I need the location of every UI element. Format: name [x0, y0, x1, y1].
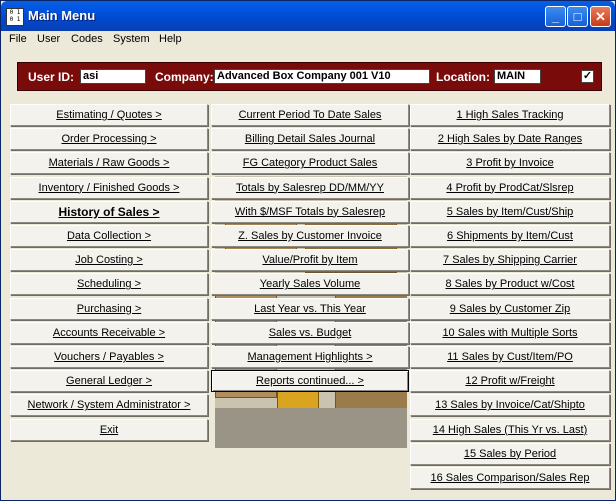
right-menu-button-16-sales-comparison-sales-rep[interactable]: 16 Sales Comparison/Sales Rep	[410, 467, 610, 489]
right-menu-button-14-high-sales-this-yr-vs-last[interactable]: 14 High Sales (This Yr vs. Last)	[410, 418, 610, 441]
mid-menu-button-fg-category-product-sales[interactable]: FG Category Product Sales	[211, 152, 409, 175]
mid-menu-button-reports-continued[interactable]: Reports continued... >	[211, 370, 409, 393]
right-menu-button-15-sales-by-period[interactable]: 15 Sales by Period	[410, 442, 610, 465]
user-id-label: User ID:	[28, 70, 75, 84]
session-info-bar: User ID: asi Company: Advanced Box Compa…	[17, 62, 602, 91]
user-id-field[interactable]: asi	[80, 69, 146, 84]
right-menu-button-6-shipments-by-item-cust[interactable]: 6 Shipments by Item/Cust	[410, 225, 610, 247]
right-menu-button-3-profit-by-invoice[interactable]: 3 Profit by Invoice	[410, 152, 610, 175]
left-menu-button-scheduling[interactable]: Scheduling >	[10, 273, 208, 296]
maximize-button[interactable]: □	[567, 6, 588, 27]
left-menu-button-materials-raw-goods[interactable]: Materials / Raw Goods >	[10, 152, 208, 175]
left-menu-button-exit[interactable]: Exit	[10, 418, 208, 441]
left-menu-button-general-ledger[interactable]: General Ledger >	[10, 370, 208, 393]
left-menu-button-data-collection[interactable]: Data Collection >	[10, 225, 208, 247]
left-menu-button-purchasing[interactable]: Purchasing >	[10, 297, 208, 320]
company-label: Company:	[155, 70, 214, 84]
left-menu-button-vouchers-payables[interactable]: Vouchers / Payables >	[10, 346, 208, 368]
menu-file[interactable]: File	[9, 33, 27, 45]
mid-menu-button-sales-vs-budget[interactable]: Sales vs. Budget	[211, 321, 409, 344]
mid-menu-button-yearly-sales-volume[interactable]: Yearly Sales Volume	[211, 273, 409, 296]
right-menu-button-8-sales-by-product-w-cost[interactable]: 8 Sales by Product w/Cost	[410, 273, 610, 296]
left-menu-button-job-costing[interactable]: Job Costing >	[10, 249, 208, 272]
left-menu-button-order-processing[interactable]: Order Processing >	[10, 128, 208, 151]
menu-system[interactable]: System	[113, 33, 150, 45]
app-icon: 0 1 0 1	[6, 8, 24, 26]
location-label: Location:	[436, 70, 490, 84]
right-menu-button-4-profit-by-prodcat-slsrep[interactable]: 4 Profit by ProdCat/Slsrep	[410, 176, 610, 199]
mid-menu-button-z-sales-by-customer-invoice[interactable]: Z. Sales by Customer Invoice	[211, 225, 409, 247]
mid-menu-button-last-year-vs-this-year[interactable]: Last Year vs. This Year	[211, 297, 409, 320]
right-menu-button-1-high-sales-tracking[interactable]: 1 High Sales Tracking	[410, 104, 610, 126]
location-field[interactable]: MAIN	[494, 69, 541, 84]
menu-user[interactable]: User	[37, 33, 60, 45]
right-menu-button-13-sales-by-invoice-cat-shipto[interactable]: 13 Sales by Invoice/Cat/Shipto	[410, 394, 610, 417]
mid-menu-button-current-period-to-date-sales[interactable]: Current Period To Date Sales	[211, 104, 409, 126]
mid-menu-button-value-profit-by-item[interactable]: Value/Profit by Item	[211, 249, 409, 272]
title-bar[interactable]: 0 1 0 1 Main Menu _ □ ✕	[1, 1, 615, 31]
right-menu-button-5-sales-by-item-cust-ship[interactable]: 5 Sales by Item/Cust/Ship	[410, 200, 610, 223]
left-menu-button-network-system-administrator[interactable]: Network / System Administrator >	[10, 394, 208, 417]
right-menu-button-10-sales-with-multiple-sorts[interactable]: 10 Sales with Multiple Sorts	[410, 321, 610, 344]
menu-codes[interactable]: Codes	[71, 33, 103, 45]
right-menu-button-12-profit-w-freight[interactable]: 12 Profit w/Freight	[410, 370, 610, 393]
mid-menu-button-management-highlights[interactable]: Management Highlights >	[211, 346, 409, 368]
right-menu-button-2-high-sales-by-date-ranges[interactable]: 2 High Sales by Date Ranges	[410, 128, 610, 151]
right-menu-button-9-sales-by-customer-zip[interactable]: 9 Sales by Customer Zip	[410, 297, 610, 320]
main-menu-window: 0 1 0 1 Main Menu _ □ ✕ File User Codes …	[0, 0, 616, 501]
window-title: Main Menu	[28, 8, 96, 23]
company-field[interactable]: Advanced Box Company 001 V10	[214, 69, 430, 84]
menu-bar: File User Codes System Help	[1, 31, 615, 49]
mid-menu-button-billing-detail-sales-journal[interactable]: Billing Detail Sales Journal	[211, 128, 409, 151]
mid-menu-button-with-msf-totals-by-salesrep[interactable]: With $/MSF Totals by Salesrep	[211, 200, 409, 223]
minimize-button[interactable]: _	[545, 6, 566, 27]
right-menu-button-11-sales-by-cust-item-po[interactable]: 11 Sales by Cust/Item/PO	[410, 346, 610, 368]
left-menu-button-estimating-quotes[interactable]: Estimating / Quotes >	[10, 104, 208, 126]
left-menu-button-history-of-sales[interactable]: History of Sales >	[10, 200, 208, 223]
left-menu-button-inventory-finished-goods[interactable]: Inventory / Finished Goods >	[10, 176, 208, 199]
close-button[interactable]: ✕	[590, 6, 611, 27]
right-menu-button-7-sales-by-shipping-carrier[interactable]: 7 Sales by Shipping Carrier	[410, 249, 610, 272]
location-checkbox[interactable]: ✓	[581, 70, 594, 83]
menu-help[interactable]: Help	[159, 33, 182, 45]
left-menu-button-accounts-receivable[interactable]: Accounts Receivable >	[10, 321, 208, 344]
mid-menu-button-totals-by-salesrep-dd-mm-yy[interactable]: Totals by Salesrep DD/MM/YY	[211, 176, 409, 199]
